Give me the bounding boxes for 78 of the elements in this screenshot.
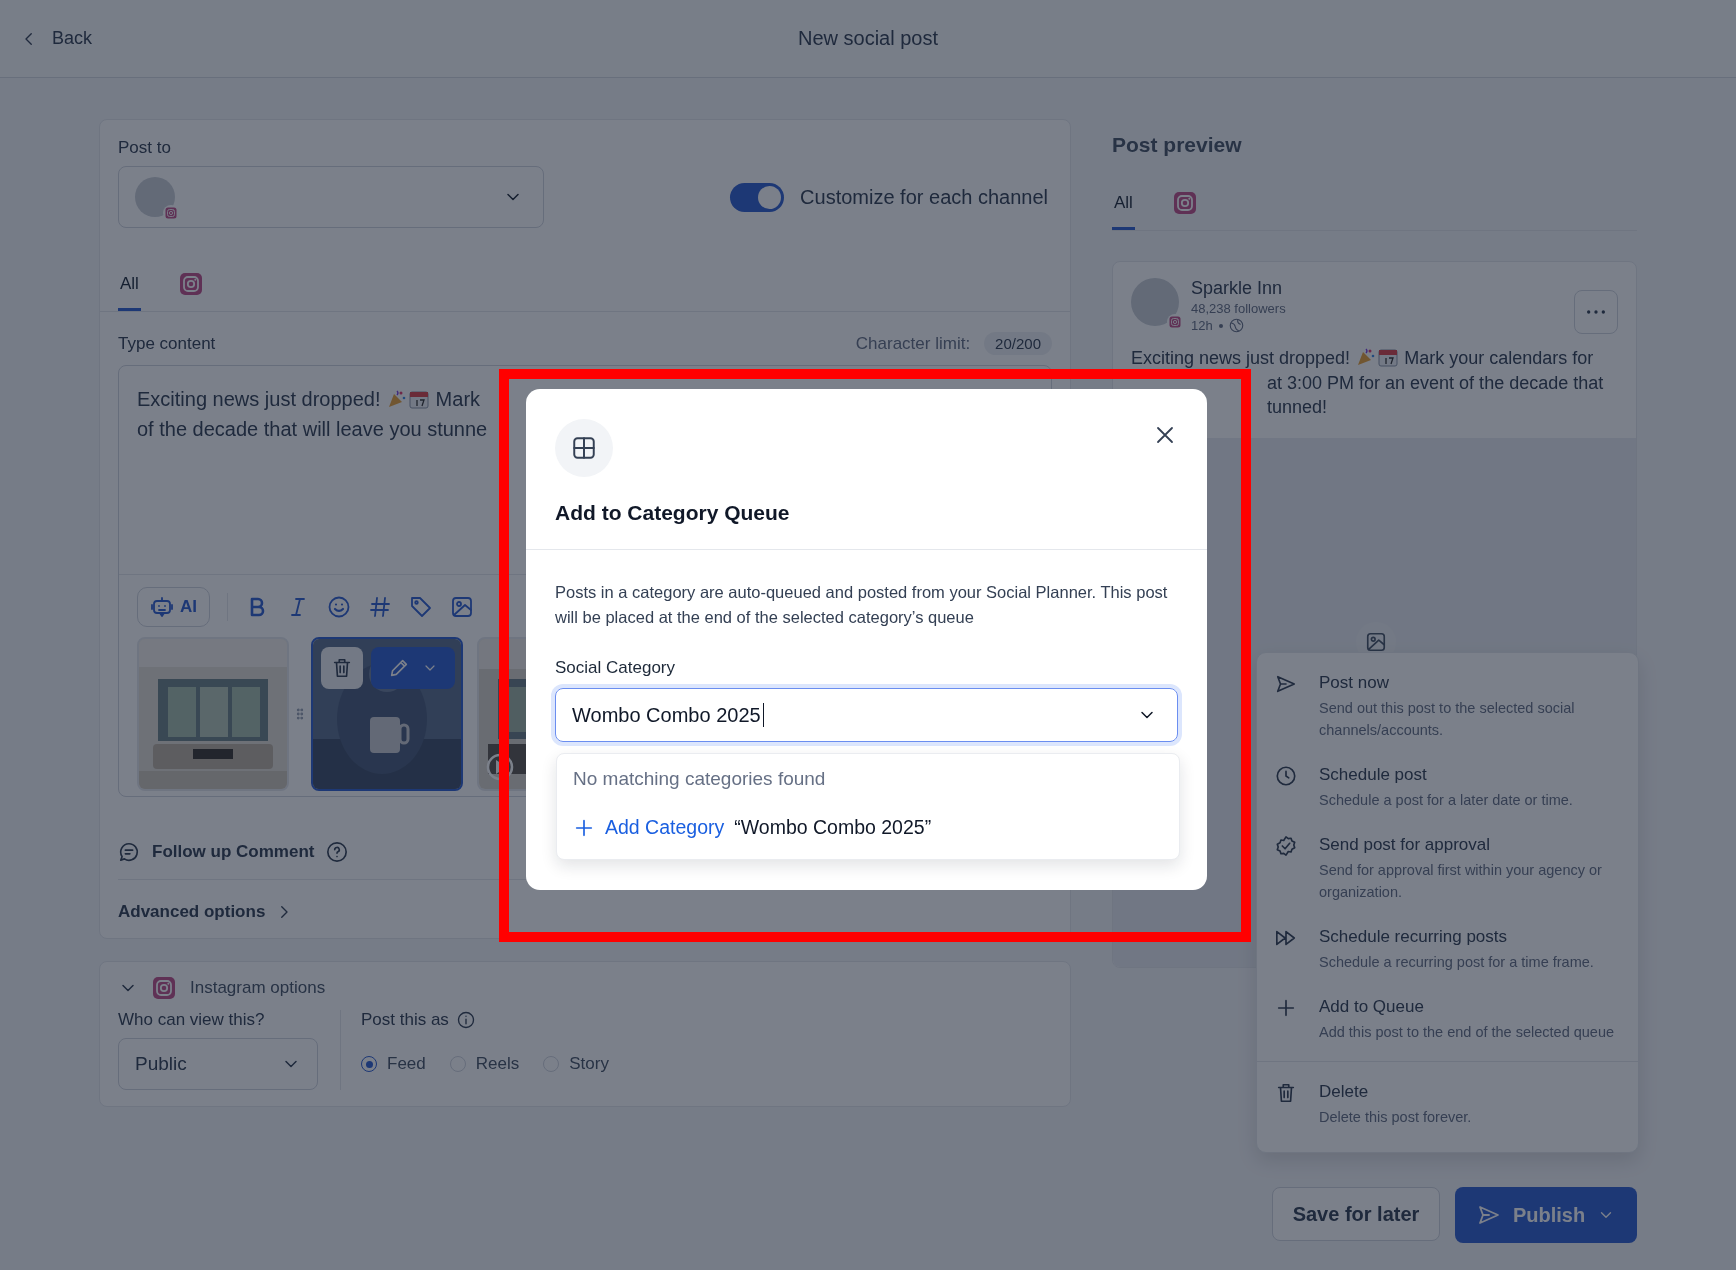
- party-popper-icon: [387, 389, 408, 409]
- info-icon: [456, 1011, 475, 1029]
- calendar-icon: [409, 389, 430, 409]
- instagram-icon: [165, 207, 177, 219]
- clock-icon: [1275, 765, 1297, 787]
- channel-tab[interactable]: All: [118, 264, 141, 311]
- instagram-icon: [152, 976, 176, 1000]
- trash-icon: [331, 657, 353, 679]
- content-text: of the decade that will leave you stunne: [137, 417, 489, 442]
- toggle-label: Customize for each channel: [800, 186, 1048, 209]
- channel-tab[interactable]: All: [1112, 183, 1135, 230]
- calendar-icon: [1378, 347, 1399, 367]
- plus-icon: [1275, 997, 1297, 1019]
- tag-icon: [409, 595, 433, 619]
- dialog-description: Posts in a category are auto-queued and posted from your Social Planner. This post will be placed at the end of the selected category’s queue: [555, 582, 1169, 628]
- character-count: 20/200: [984, 332, 1052, 355]
- instagram-icon: [1169, 316, 1181, 328]
- post-age: 12h: [1191, 318, 1213, 333]
- publish-menu-item[interactable]: Post now Send out this post to the selected social channels/accounts.: [1257, 661, 1638, 753]
- content-text: Mark: [435, 388, 481, 410]
- preview-text: at 3:00 PM for an event of the decade that: [1266, 371, 1605, 395]
- post-type-radio[interactable]: Reels: [449, 1054, 520, 1074]
- instagram-icon: [1172, 191, 1197, 215]
- smiley-icon: [327, 595, 351, 619]
- content-text: Exciting news just dropped!: [137, 388, 381, 410]
- delete-media-button[interactable]: [321, 647, 363, 689]
- image-icon: [1365, 631, 1387, 653]
- visibility-select[interactable]: Public: [118, 1038, 318, 1090]
- follower-count: 48,238 followers: [1191, 301, 1286, 316]
- emoji-button[interactable]: [327, 595, 351, 619]
- image-icon: [450, 595, 474, 619]
- preview-text: Mark your calendars for: [1404, 348, 1594, 368]
- trash-icon: [1275, 1082, 1297, 1104]
- empty-message: No matching categories found: [573, 768, 827, 790]
- pencil-icon: [388, 657, 410, 679]
- publish-menu-item[interactable]: Schedule recurring posts Schedule a recurring post for a time frame.: [1257, 915, 1638, 985]
- media-button[interactable]: [450, 595, 474, 619]
- field-label: Social Category: [555, 658, 676, 678]
- instagram-icon: [178, 272, 203, 296]
- advanced-options-link[interactable]: Advanced options: [118, 902, 294, 922]
- robot-icon: [150, 595, 174, 619]
- publish-menu-item[interactable]: Send post for approval Send for approval first within your agency or organization.: [1257, 823, 1638, 915]
- post-type-radio[interactable]: Feed: [361, 1054, 426, 1074]
- publish-menu-item[interactable]: Add to Queue Add this post to the end of the selected queue: [1257, 985, 1638, 1055]
- field-label: Post to: [118, 138, 172, 158]
- post-type-radio[interactable]: Story: [543, 1054, 609, 1074]
- send-icon: [1275, 673, 1297, 695]
- page-title: New social post: [796, 27, 940, 50]
- more-icon: [1587, 310, 1605, 314]
- back-button[interactable]: Back: [16, 24, 200, 53]
- verified-badge-icon: [1275, 835, 1297, 857]
- comment-icon: [118, 841, 140, 863]
- customize-toggle[interactable]: [730, 183, 785, 212]
- help-icon: [326, 841, 349, 863]
- publish-button[interactable]: Publish: [1455, 1187, 1637, 1243]
- dialog-title: Add to Category Queue: [555, 501, 791, 525]
- follow-up-comment-label: Follow up Comment: [152, 842, 315, 862]
- field-label: Post this as: [361, 1010, 449, 1030]
- save-for-later-button[interactable]: Save for later: [1272, 1187, 1440, 1241]
- hashtag-button[interactable]: [368, 595, 392, 619]
- field-label: Who can view this?: [118, 1010, 266, 1030]
- grid-icon-glyph: [571, 435, 597, 461]
- character-limit-label: Character limit:: [855, 333, 971, 354]
- tag-button[interactable]: [409, 595, 433, 619]
- edit-media-button[interactable]: [371, 647, 455, 689]
- hashtag-icon: [368, 595, 392, 619]
- preview-title: Post preview: [1112, 133, 1243, 157]
- preview-text: tunned!: [1266, 396, 1329, 419]
- publish-menu-item[interactable]: Schedule post Schedule a post for a later date or time.: [1257, 753, 1638, 823]
- preview-text: Exciting news just dropped!: [1131, 348, 1351, 368]
- send-icon: [1476, 1203, 1501, 1227]
- party-popper-icon: [1356, 347, 1377, 367]
- field-label: Type content: [118, 333, 216, 354]
- ai-button[interactable]: AI: [137, 587, 210, 627]
- section-title: Instagram options: [190, 978, 326, 998]
- add-category-option[interactable]: Add Category “Wombo Combo 2025”: [573, 816, 932, 839]
- globe-icon: [1228, 318, 1244, 333]
- account-name: Sparkle Inn: [1191, 278, 1284, 299]
